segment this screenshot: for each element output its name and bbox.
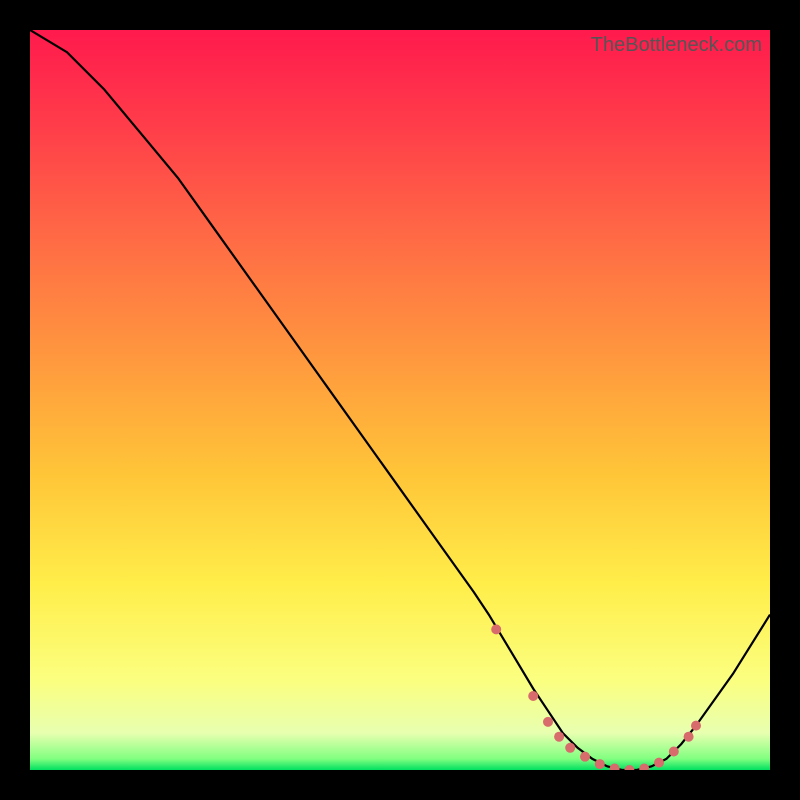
marker-point (684, 732, 694, 742)
marker-point (528, 691, 538, 701)
plot-area: TheBottleneck.com (30, 30, 770, 770)
marker-point (669, 747, 679, 757)
marker-point (654, 758, 664, 768)
chart-svg (30, 30, 770, 770)
marker-point (565, 743, 575, 753)
gradient-background (30, 30, 770, 770)
marker-point (595, 759, 605, 769)
marker-point (491, 624, 501, 634)
watermark-text: TheBottleneck.com (591, 34, 762, 57)
marker-point (691, 721, 701, 731)
marker-point (580, 752, 590, 762)
marker-point (543, 717, 553, 727)
chart-frame: TheBottleneck.com (30, 30, 770, 770)
marker-point (554, 732, 564, 742)
